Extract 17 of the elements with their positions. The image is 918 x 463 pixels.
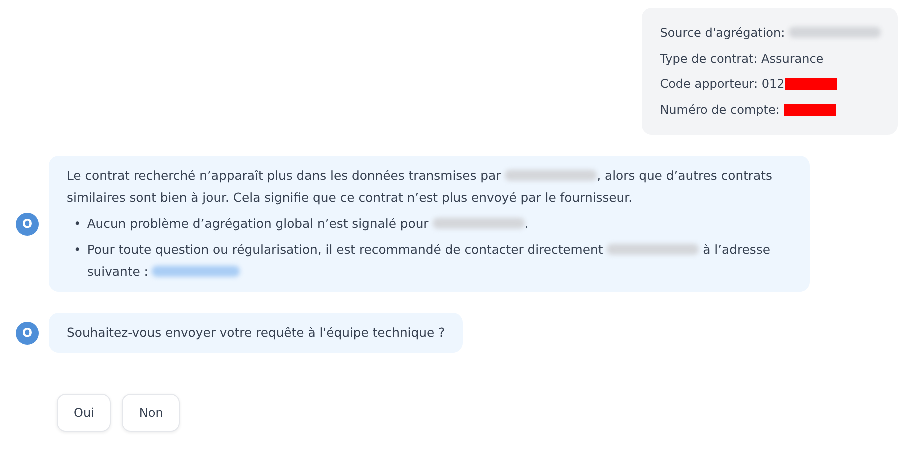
message-paragraph: Souhaitez-vous envoyer votre requête à l'équipe technique ?	[67, 324, 446, 342]
message-line: Source d'agrégation:	[660, 21, 881, 46]
message-paragraph: Le contrat recherché n’apparaît plus dans les données transmises par , alors que d’autres contrats similaires sont bien à jour. Cela signifie que ce contrat n’est plus envoyé par le fournisseur.	[67, 167, 774, 207]
bullet-item: Pour toute question ou régularisation, il est recommandé de contacter directement à l’adresse suivante :	[87, 241, 772, 281]
quick-reply-button[interactable]: Oui	[57, 394, 112, 432]
blurred-link[interactable]	[152, 266, 240, 277]
bullet-marker: •	[74, 215, 82, 233]
message-line: Code apporteur: 012	[660, 72, 881, 98]
message-line: Numéro de compte:	[660, 98, 881, 123]
redaction-bar	[784, 104, 836, 116]
bullet-marker: •	[74, 241, 82, 259]
assistant-avatar: O	[16, 322, 39, 344]
bullet-item: Aucun problème d’agrégation global n’est signalé pour .	[87, 215, 529, 233]
message-line: Type de contrat: Assurance	[660, 50, 825, 68]
assistant-avatar: O	[16, 212, 39, 236]
redaction-bar	[784, 78, 837, 90]
quick-reply-button[interactable]: Non	[122, 394, 180, 432]
